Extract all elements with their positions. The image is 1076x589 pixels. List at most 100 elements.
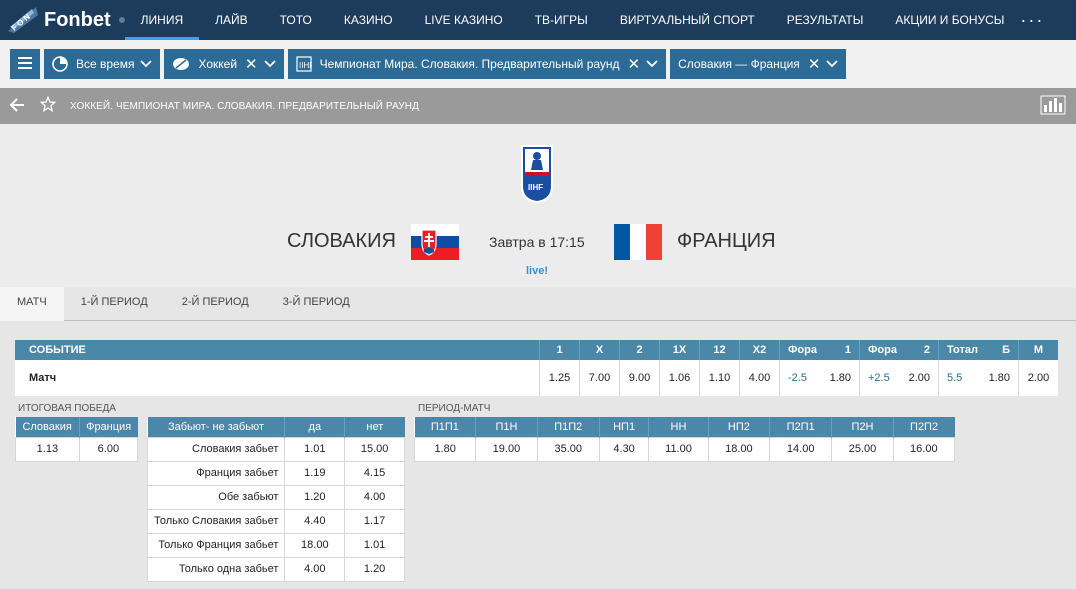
col-1x: 1X — [659, 340, 699, 360]
col-over: Б — [1002, 344, 1010, 356]
goals-odd-yes[interactable]: 4.00 — [284, 556, 346, 582]
period-match-table: П1П1 П1Н П1П2 НП1 НН НП2 П2П1 П2Н П2П2 1… — [413, 417, 956, 462]
pm-odd[interactable]: 19.00 — [475, 436, 538, 462]
goals-header-yes: да — [284, 417, 345, 437]
pm-odd[interactable]: 35.00 — [536, 436, 600, 462]
goals-odd-no[interactable]: 4.00 — [344, 484, 405, 510]
goals-odd-yes[interactable]: 18.00 — [284, 532, 346, 558]
chevron-down-icon — [263, 60, 276, 68]
time-filter-button[interactable]: Все время — [44, 49, 161, 79]
odd-1[interactable]: 1.25 — [539, 360, 579, 396]
goals-odd-no[interactable]: 4.15 — [344, 460, 405, 486]
pm-header: П1Н — [475, 417, 538, 437]
live-link[interactable]: live! — [526, 265, 548, 277]
table-row: Франция забьет 1.19 4.15 — [146, 460, 405, 486]
tab-period-1[interactable]: 1-Й ПЕРИОД — [64, 287, 165, 321]
close-icon[interactable]: ✕ — [808, 55, 821, 73]
col-under: М — [1018, 340, 1058, 360]
event-start-time: Завтра в 17:15 — [489, 234, 585, 250]
handicap-2-cell[interactable]: +2.5 2.00 — [859, 360, 938, 396]
table-row: Обе забьют 1.20 4.00 — [146, 484, 405, 510]
table-row: Только одна забьет 4.00 1.20 — [146, 556, 405, 582]
tab-period-3[interactable]: 3-Й ПЕРИОД — [266, 287, 367, 321]
nav-promotions[interactable]: АКЦИИ И БОНУСЫ — [879, 0, 1020, 40]
event-filter-button[interactable]: Словакия — Франция ✕ — [670, 49, 847, 79]
period-match-section-title: ПЕРИОД-МАТЧ — [418, 403, 491, 414]
close-icon[interactable]: ✕ — [628, 55, 641, 73]
goals-odd-no[interactable]: 1.20 — [344, 556, 405, 582]
tournament-icon: IIHF — [296, 56, 312, 72]
total-under-odd[interactable]: 2.00 — [1018, 360, 1058, 396]
pm-odd[interactable]: 16.00 — [892, 436, 956, 462]
svg-text:IIHF: IIHF — [299, 61, 312, 70]
col-2: 2 — [619, 340, 659, 360]
goals-odd-yes[interactable]: 4.40 — [284, 508, 346, 534]
handicap-1-cell[interactable]: -2.5 1.80 — [779, 360, 859, 396]
hockey-puck-icon — [172, 56, 190, 72]
fonbet-logo[interactable]: F O N Fonbet — [0, 0, 125, 40]
pm-odd[interactable]: 11.00 — [648, 436, 709, 462]
col-x2: X2 — [739, 340, 779, 360]
fonbet-emblem-icon: F O N — [6, 5, 40, 35]
pm-header: НП1 — [598, 417, 649, 437]
back-arrow-icon[interactable] — [0, 96, 34, 117]
goals-market-label: Только одна забьет — [146, 556, 286, 582]
nav-casino[interactable]: КАЗИНО — [328, 0, 409, 40]
chevron-down-icon — [826, 60, 839, 68]
tab-period-2[interactable]: 2-Й ПЕРИОД — [165, 287, 266, 321]
menu-button[interactable] — [10, 49, 40, 79]
statistics-icon[interactable] — [1040, 95, 1066, 118]
tab-match[interactable]: МАТЧ — [0, 287, 64, 322]
pm-odd[interactable]: 14.00 — [768, 436, 833, 462]
tournament-filter-button[interactable]: IIHF Чемпионат Мира. Словакия. Предварит… — [287, 49, 667, 79]
slovakia-flag-icon — [411, 224, 459, 260]
total-over-cell[interactable]: 5.5 1.80 — [938, 360, 1018, 396]
goals-odd-yes[interactable]: 1.20 — [284, 484, 346, 510]
nav-tv-games[interactable]: ТВ-ИГРЫ — [519, 0, 604, 40]
nav-live[interactable]: ЛАЙВ — [199, 0, 264, 40]
odd-12[interactable]: 1.10 — [699, 360, 739, 396]
goals-odd-no[interactable]: 15.00 — [344, 436, 405, 462]
pm-odd[interactable]: 1.80 — [413, 436, 477, 462]
pm-odd[interactable]: 25.00 — [831, 436, 894, 462]
pm-header: П1П1 — [414, 417, 476, 437]
col-total: Тотал Б — [938, 340, 1018, 360]
nav-line[interactable]: ЛИНИЯ — [124, 0, 200, 40]
star-icon[interactable] — [34, 95, 62, 117]
chevron-down-icon — [140, 60, 153, 68]
goals-odd-no[interactable]: 1.01 — [344, 532, 405, 558]
sport-filter-button[interactable]: Хоккей ✕ — [164, 49, 284, 79]
winner-odd-slovakia[interactable]: 1.13 — [15, 436, 80, 462]
nav-virtual-sport[interactable]: ВИРТУАЛЬНЫЙ СПОРТ — [604, 0, 771, 40]
nav-live-casino[interactable]: LIVE КАЗИНО — [409, 0, 519, 40]
table-row: Словакия забьет 1.01 15.00 — [146, 436, 405, 462]
handicap-2-odd: 2.00 — [908, 372, 930, 384]
col-handicap-label: Фора — [868, 344, 897, 356]
close-icon[interactable]: ✕ — [245, 55, 258, 73]
goals-odd-yes[interactable]: 1.01 — [284, 436, 346, 462]
breadcrumb: ХОККЕЙ. ЧЕМПИОНАТ МИРА. СЛОВАКИЯ. ПРЕДВА… — [0, 88, 1076, 124]
time-filter-label: Все время — [76, 57, 135, 71]
odd-x2[interactable]: 4.00 — [739, 360, 779, 396]
odd-1x[interactable]: 1.06 — [659, 360, 699, 396]
winner-odd-france[interactable]: 6.00 — [78, 436, 139, 462]
more-menu-icon[interactable]: ··· — [1020, 10, 1044, 31]
odd-x[interactable]: 7.00 — [579, 360, 619, 396]
table-row: Только Франция забьет 18.00 1.01 — [146, 532, 405, 558]
goals-market-label: Обе забьют — [146, 484, 286, 510]
goals-table: Забьют- не забьют да нет Словакия забьет… — [146, 417, 405, 582]
pm-odd[interactable]: 4.30 — [598, 436, 650, 462]
handicap-1-odd: 1.80 — [829, 372, 851, 384]
event-name: Матч — [29, 372, 57, 384]
col-x: X — [579, 340, 619, 360]
nav-results[interactable]: РЕЗУЛЬТАТЫ — [771, 0, 880, 40]
nav-toto[interactable]: ТОТО — [264, 0, 328, 40]
pm-odd[interactable]: 18.00 — [707, 436, 771, 462]
odd-2[interactable]: 9.00 — [619, 360, 659, 396]
col-handicap-team: 2 — [923, 344, 930, 356]
goals-odd-yes[interactable]: 1.19 — [284, 460, 346, 486]
goals-odd-no[interactable]: 1.17 — [344, 508, 405, 534]
main-odds-header: СОБЫТИЕ 1 X 2 1X 12 X2 Фора 1 Фора 2 Тот… — [15, 340, 1058, 360]
goals-header-market: Забьют- не забьют — [147, 417, 285, 437]
sport-filter-label: Хоккей — [198, 57, 238, 71]
